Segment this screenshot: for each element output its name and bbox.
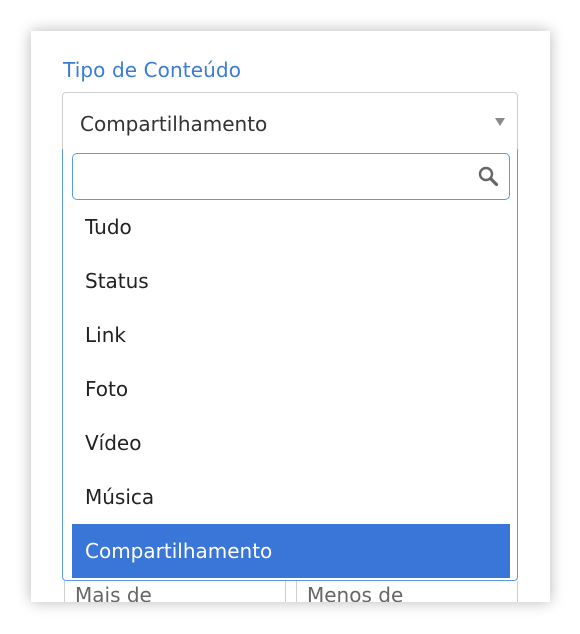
filter-panel: Tipo de Conteúdo Compartilhamento Tudo S… xyxy=(31,31,550,602)
more-than-field[interactable]: Mais de xyxy=(64,581,286,602)
less-than-field[interactable]: Menos de xyxy=(296,581,518,602)
search-icon xyxy=(478,166,499,187)
options-list: Tudo Status Link Foto Vídeo Música Compa… xyxy=(72,200,510,578)
selected-value: Compartilhamento xyxy=(80,112,268,136)
option-foto[interactable]: Foto xyxy=(72,362,510,416)
option-status[interactable]: Status xyxy=(72,254,510,308)
caret-down-icon xyxy=(495,118,505,126)
option-tudo[interactable]: Tudo xyxy=(72,200,510,254)
search-input[interactable] xyxy=(79,158,473,196)
option-link[interactable]: Link xyxy=(72,308,510,362)
option-musica[interactable]: Música xyxy=(72,470,510,524)
less-than-label: Menos de xyxy=(307,583,404,602)
content-type-select[interactable]: Compartilhamento xyxy=(62,92,518,152)
dropdown-search[interactable] xyxy=(72,153,510,200)
content-type-label: Tipo de Conteúdo xyxy=(63,58,242,82)
more-than-label: Mais de xyxy=(75,583,152,602)
option-video[interactable]: Vídeo xyxy=(72,416,510,470)
option-compartilhamento[interactable]: Compartilhamento xyxy=(72,524,510,578)
